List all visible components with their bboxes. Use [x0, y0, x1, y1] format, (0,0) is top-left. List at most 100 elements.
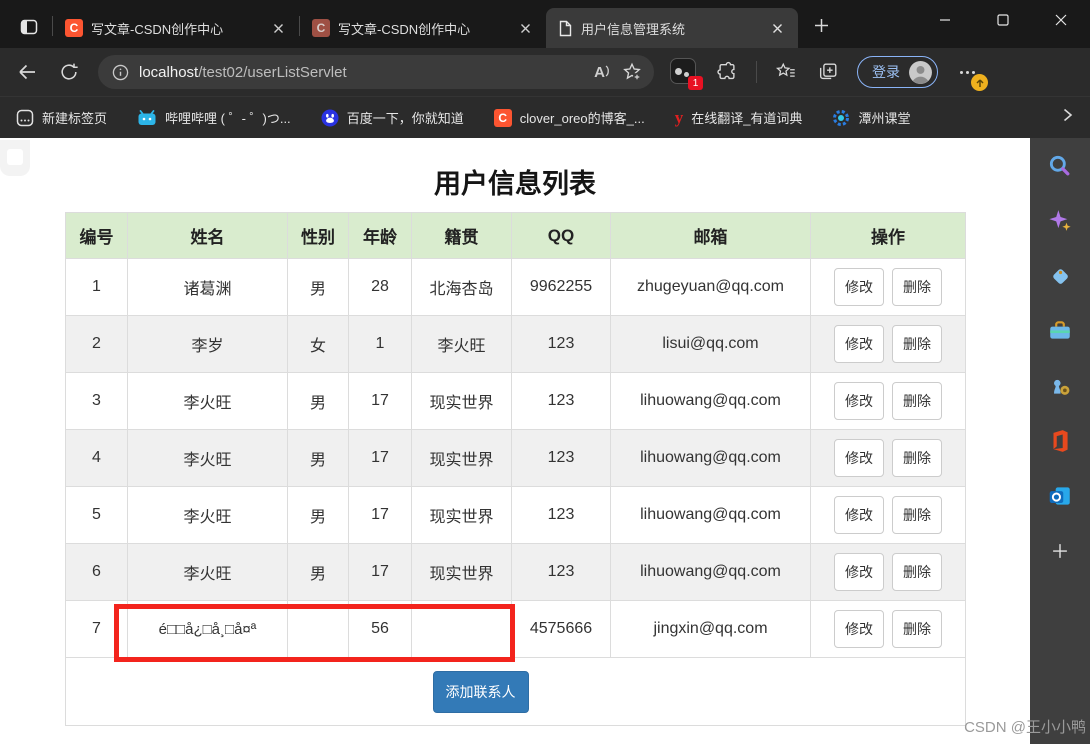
page-content: 用户信息列表 编号 姓名 性别 年龄 籍贯 QQ 邮箱 操作 1 诸葛渊 男 2… [0, 138, 1090, 744]
cell-gender: 男 [287, 372, 349, 430]
delete-button[interactable]: 删除 [892, 268, 942, 306]
favorites-button[interactable] [773, 59, 799, 85]
close-window-button[interactable] [1032, 0, 1090, 40]
login-button[interactable]: 登录 [857, 56, 938, 88]
header-email: 邮箱 [610, 212, 811, 259]
bookmark-baidu[interactable]: 百度一下，你就知道 [321, 108, 464, 127]
new-tab-page-icon [16, 109, 34, 126]
minimize-button[interactable] [916, 0, 974, 40]
read-aloud-icon[interactable]: A [594, 64, 612, 81]
tab-close-icon[interactable] [514, 17, 536, 39]
tanzhou-gear-icon [833, 109, 850, 126]
header-operations: 操作 [810, 212, 966, 259]
cell-name: 李岁 [127, 315, 288, 373]
delete-button[interactable]: 删除 [892, 496, 942, 534]
bookmark-bilibili[interactable]: 哔哩哔哩 ( ゜- ゜)つ... [137, 108, 291, 127]
header-name: 姓名 [127, 212, 288, 259]
sidebar-games-button[interactable] [1046, 372, 1074, 400]
sidebar-search-button[interactable] [1046, 152, 1074, 180]
sidebar-customize-button[interactable] [1046, 537, 1074, 565]
window-controls [916, 0, 1090, 40]
outlook-icon [1049, 487, 1070, 505]
watermark: CSDN @王小小鸭 [964, 719, 1086, 736]
cell-age: 17 [348, 486, 412, 544]
edit-button[interactable]: 修改 [834, 496, 884, 534]
add-favorite-icon[interactable] [622, 62, 642, 82]
delete-button[interactable]: 删除 [892, 553, 942, 591]
sparkle-icon [1049, 210, 1071, 231]
cell-id: 3 [65, 372, 128, 430]
header-hometown: 籍贯 [411, 212, 512, 259]
cell-email: lisui@qq.com [610, 315, 811, 373]
cell-age: 56 [348, 600, 412, 658]
tab-actions-menu-button[interactable] [14, 10, 44, 44]
sidebar-tools-button[interactable] [1046, 317, 1074, 345]
cell-operations: 修改 删除 [810, 429, 966, 487]
sidebar-discover-button[interactable] [1046, 207, 1074, 235]
edit-button[interactable]: 修改 [834, 382, 884, 420]
delete-button[interactable]: 删除 [892, 439, 942, 477]
cell-id: 1 [65, 258, 128, 316]
cell-gender: 男 [287, 258, 349, 316]
table-footer-row: 添加联系人 [65, 657, 966, 726]
delete-button[interactable]: 删除 [892, 325, 942, 363]
cell-qq: 123 [511, 429, 611, 487]
sidebar-shopping-button[interactable] [1046, 262, 1074, 290]
collections-button[interactable] [815, 59, 841, 85]
edit-button[interactable]: 修改 [834, 553, 884, 591]
address-bar[interactable]: localhost/test02/userListServlet A [98, 55, 654, 89]
sidebar-outlook-button[interactable] [1046, 482, 1074, 510]
cell-operations: 修改 删除 [810, 258, 966, 316]
csdn-icon: C [493, 108, 512, 127]
edit-button[interactable]: 修改 [834, 268, 884, 306]
tab-csdn-2[interactable]: C 写文章-CSDN创作中心 [300, 8, 546, 48]
cell-age: 17 [348, 372, 412, 430]
new-tab-button[interactable] [806, 10, 836, 40]
settings-menu-button[interactable] [954, 59, 988, 91]
shopping-tag-icon [1053, 269, 1068, 284]
maximize-button[interactable] [974, 0, 1032, 40]
add-contact-button[interactable]: 添加联系人 [432, 670, 529, 713]
cell-hometown: 北海杏岛 [411, 258, 512, 316]
bookmark-youdao[interactable]: y 在线翻译_有道词典 [675, 108, 803, 128]
cell-operations: 修改 删除 [810, 486, 966, 544]
collections-icon [819, 63, 837, 80]
edit-button[interactable]: 修改 [834, 610, 884, 648]
cell-age: 1 [348, 315, 412, 373]
baidu-paw-icon [321, 109, 339, 126]
delete-button[interactable]: 删除 [892, 382, 942, 420]
edit-button[interactable]: 修改 [834, 325, 884, 363]
cell-operations: 修改 删除 [810, 315, 966, 373]
site-info-icon[interactable] [112, 64, 129, 81]
favorites-star-icon [775, 62, 795, 77]
cell-id: 5 [65, 486, 128, 544]
tab-title: 写文章-CSDN创作中心 [91, 21, 224, 37]
extensions-button[interactable] [714, 59, 740, 85]
cell-gender [287, 600, 349, 658]
bookmark-new-tab-page[interactable]: 新建标签页 [16, 108, 107, 127]
cell-hometown: 现实世界 [411, 372, 512, 430]
bookmarks-overflow-button[interactable] [1060, 108, 1074, 127]
bookmark-label: 百度一下，你就知道 [346, 111, 464, 126]
bookmark-csdn-blog[interactable]: C clover_oreo的博客_... [493, 108, 645, 127]
back-button[interactable] [14, 59, 40, 85]
cell-gender: 男 [287, 543, 349, 601]
header-qq: QQ [511, 212, 611, 259]
cell-age: 17 [348, 429, 412, 487]
tab-close-icon[interactable] [766, 17, 788, 39]
bookmark-tanzhou[interactable]: 潭州课堂 [832, 108, 910, 127]
tab-user-management-active[interactable]: 用户信息管理系统 [546, 8, 798, 48]
csdn-favicon: C [65, 19, 83, 37]
delete-button[interactable]: 删除 [892, 610, 942, 648]
cell-hometown: 现实世界 [411, 543, 512, 601]
refresh-button[interactable] [56, 59, 82, 85]
sidebar-office-button[interactable] [1046, 427, 1074, 455]
tab-close-icon[interactable] [267, 17, 289, 39]
tab-csdn-1[interactable]: C 写文章-CSDN创作中心 [53, 8, 299, 48]
cell-gender: 男 [287, 486, 349, 544]
cell-id: 2 [65, 315, 128, 373]
cell-id: 7 [65, 600, 128, 658]
adblock-extension-button[interactable]: 1 [670, 58, 703, 90]
edit-button[interactable]: 修改 [834, 439, 884, 477]
puzzle-icon [717, 61, 735, 80]
